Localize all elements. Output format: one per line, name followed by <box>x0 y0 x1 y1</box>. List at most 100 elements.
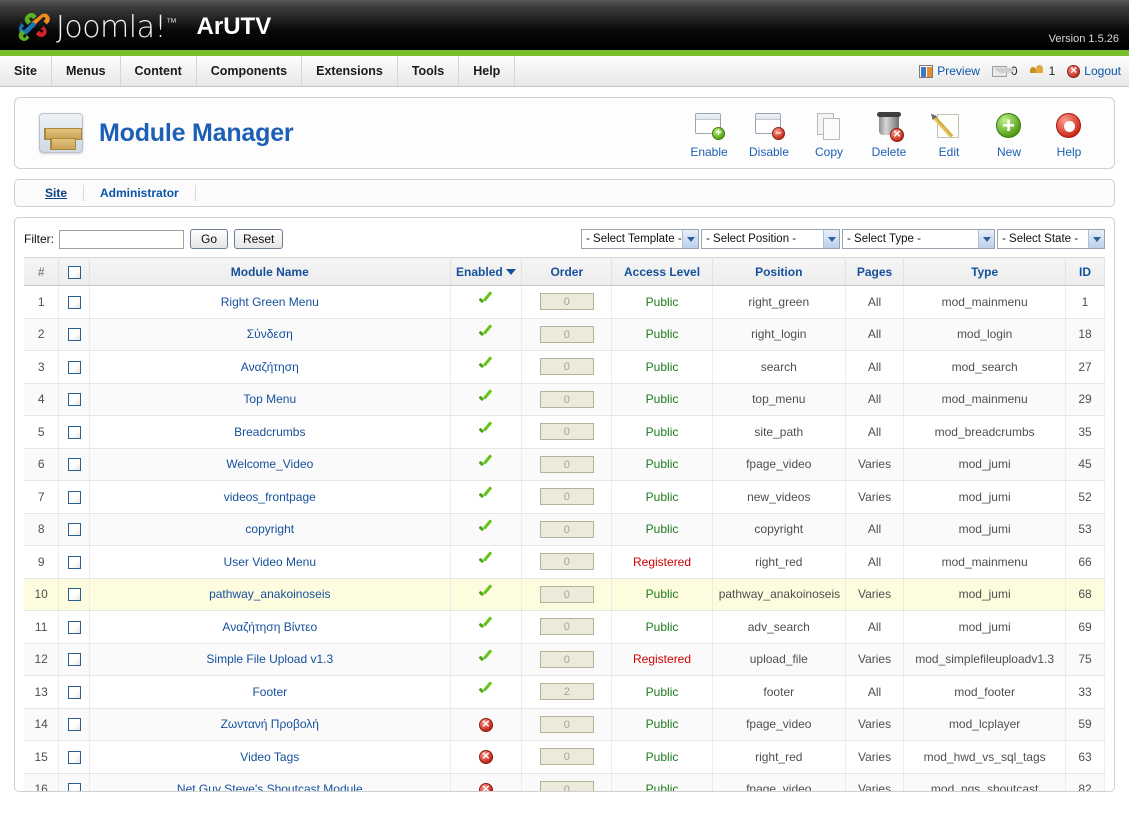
row-checkbox[interactable] <box>67 523 81 537</box>
enabled-check-icon[interactable] <box>478 488 494 502</box>
module-name-link[interactable]: Footer <box>252 685 287 699</box>
row-checkbox[interactable] <box>67 393 81 407</box>
row-order-cell[interactable]: 2 <box>521 675 613 709</box>
row-order-cell[interactable]: 0 <box>521 513 613 546</box>
row-checkbox-cell[interactable] <box>58 318 91 351</box>
module-name-link[interactable]: Right Green Menu <box>221 295 319 309</box>
order-value[interactable]: 0 <box>539 780 594 791</box>
menu-item-tools[interactable]: Tools <box>398 56 460 86</box>
row-order-cell[interactable]: 0 <box>521 350 613 384</box>
row-checkbox-cell[interactable] <box>58 480 91 514</box>
row-checkbox[interactable] <box>67 295 81 309</box>
row-order-cell[interactable]: 0 <box>521 448 613 481</box>
disabled-cross-icon[interactable] <box>478 748 493 765</box>
module-name-link[interactable]: pathway_anakoinoseis <box>209 587 330 601</box>
row-checkbox[interactable] <box>67 588 81 602</box>
module-name-link[interactable]: Σύνδεση <box>247 327 293 341</box>
row-order-cell[interactable]: 0 <box>521 773 613 791</box>
new-button[interactable]: New <box>980 108 1038 159</box>
order-value[interactable]: 0 <box>539 325 594 343</box>
row-checkbox-cell[interactable] <box>58 643 91 676</box>
enabled-check-icon[interactable] <box>478 326 494 340</box>
row-checkbox[interactable] <box>67 328 81 342</box>
row-checkbox[interactable] <box>67 783 81 791</box>
row-order-cell[interactable]: 0 <box>521 740 613 774</box>
row-enabled-cell[interactable] <box>450 610 523 644</box>
enabled-check-icon[interactable] <box>478 456 494 470</box>
row-order-cell[interactable]: 0 <box>521 480 613 514</box>
row-checkbox[interactable] <box>67 458 81 472</box>
row-enabled-cell[interactable] <box>450 545 523 579</box>
module-name-link[interactable]: videos_frontpage <box>224 490 316 504</box>
module-name-link[interactable]: Αναζήτηση Βίντεο <box>222 620 317 634</box>
order-value[interactable]: 0 <box>539 715 594 733</box>
row-order-cell[interactable]: 0 <box>521 318 613 351</box>
row-checkbox[interactable] <box>67 750 81 764</box>
row-enabled-cell[interactable] <box>450 448 523 481</box>
filter-input[interactable] <box>59 229 184 249</box>
row-order-cell[interactable]: 0 <box>521 610 613 644</box>
row-checkbox-cell[interactable] <box>58 578 91 611</box>
row-enabled-cell[interactable] <box>450 708 523 741</box>
row-checkbox-cell[interactable] <box>58 675 91 709</box>
row-order-cell[interactable]: 0 <box>521 545 613 579</box>
filter-go-button[interactable]: Go <box>190 229 228 249</box>
row-checkbox[interactable] <box>67 685 81 699</box>
row-checkbox[interactable] <box>67 425 81 439</box>
row-enabled-cell[interactable] <box>450 318 523 351</box>
row-checkbox-cell[interactable] <box>58 545 91 579</box>
row-checkbox[interactable] <box>67 360 81 374</box>
row-checkbox-cell[interactable] <box>58 610 91 644</box>
module-name-link[interactable]: Breadcrumbs <box>234 425 305 439</box>
order-value[interactable]: 0 <box>539 585 594 603</box>
select-state[interactable]: - Select State - <box>997 229 1105 249</box>
menu-item-components[interactable]: Components <box>197 56 303 86</box>
module-name-link[interactable]: User Video Menu <box>224 555 317 569</box>
row-checkbox-cell[interactable] <box>58 285 91 319</box>
order-value[interactable]: 0 <box>539 358 594 376</box>
select-position[interactable]: - Select Position - <box>701 229 840 249</box>
row-checkbox-cell[interactable] <box>58 773 91 791</box>
module-name-link[interactable]: Top Menu <box>243 392 296 406</box>
disabled-cross-icon[interactable] <box>478 781 493 791</box>
row-enabled-cell[interactable] <box>450 383 523 416</box>
row-enabled-cell[interactable] <box>450 643 523 676</box>
order-value[interactable]: 2 <box>539 683 594 701</box>
row-enabled-cell[interactable] <box>450 675 523 709</box>
row-enabled-cell[interactable] <box>450 740 523 774</box>
order-value[interactable]: 0 <box>539 488 594 506</box>
disabled-cross-icon[interactable] <box>478 716 493 732</box>
enabled-check-icon[interactable] <box>478 293 494 307</box>
preview-link[interactable]: Preview <box>919 64 980 78</box>
row-checkbox[interactable] <box>67 490 81 504</box>
row-enabled-cell[interactable] <box>450 578 523 611</box>
menu-item-extensions[interactable]: Extensions <box>302 56 398 86</box>
col-header-order[interactable]: Order <box>521 257 613 286</box>
row-checkbox-cell[interactable] <box>58 350 91 384</box>
row-checkbox-cell[interactable] <box>58 708 91 741</box>
help-button[interactable]: Help <box>1040 108 1098 159</box>
order-value[interactable]: 0 <box>539 423 594 441</box>
row-checkbox[interactable] <box>67 555 81 569</box>
row-order-cell[interactable]: 0 <box>521 415 613 449</box>
enabled-check-icon[interactable] <box>478 651 494 665</box>
enabled-check-icon[interactable] <box>478 683 494 697</box>
module-name-link[interactable]: Welcome_Video <box>226 457 313 471</box>
enabled-check-icon[interactable] <box>478 358 494 372</box>
row-checkbox[interactable] <box>67 653 81 667</box>
menu-item-menus[interactable]: Menus <box>52 56 121 86</box>
order-value[interactable]: 0 <box>539 520 594 538</box>
delete-button[interactable]: Delete <box>860 108 918 159</box>
row-enabled-cell[interactable] <box>450 415 523 449</box>
row-checkbox-cell[interactable] <box>58 383 91 416</box>
enabled-check-icon[interactable] <box>478 391 494 405</box>
row-order-cell[interactable]: 0 <box>521 708 613 741</box>
col-header-module-name[interactable]: Module Name <box>89 257 451 286</box>
row-checkbox[interactable] <box>67 620 81 634</box>
row-order-cell[interactable]: 0 <box>521 383 613 416</box>
enabled-check-icon[interactable] <box>478 423 494 437</box>
menu-item-site[interactable]: Site <box>0 56 52 86</box>
enable-button[interactable]: Enable <box>680 108 738 159</box>
module-name-link[interactable]: Simple File Upload v1.3 <box>206 652 333 666</box>
order-value[interactable]: 0 <box>539 650 594 668</box>
